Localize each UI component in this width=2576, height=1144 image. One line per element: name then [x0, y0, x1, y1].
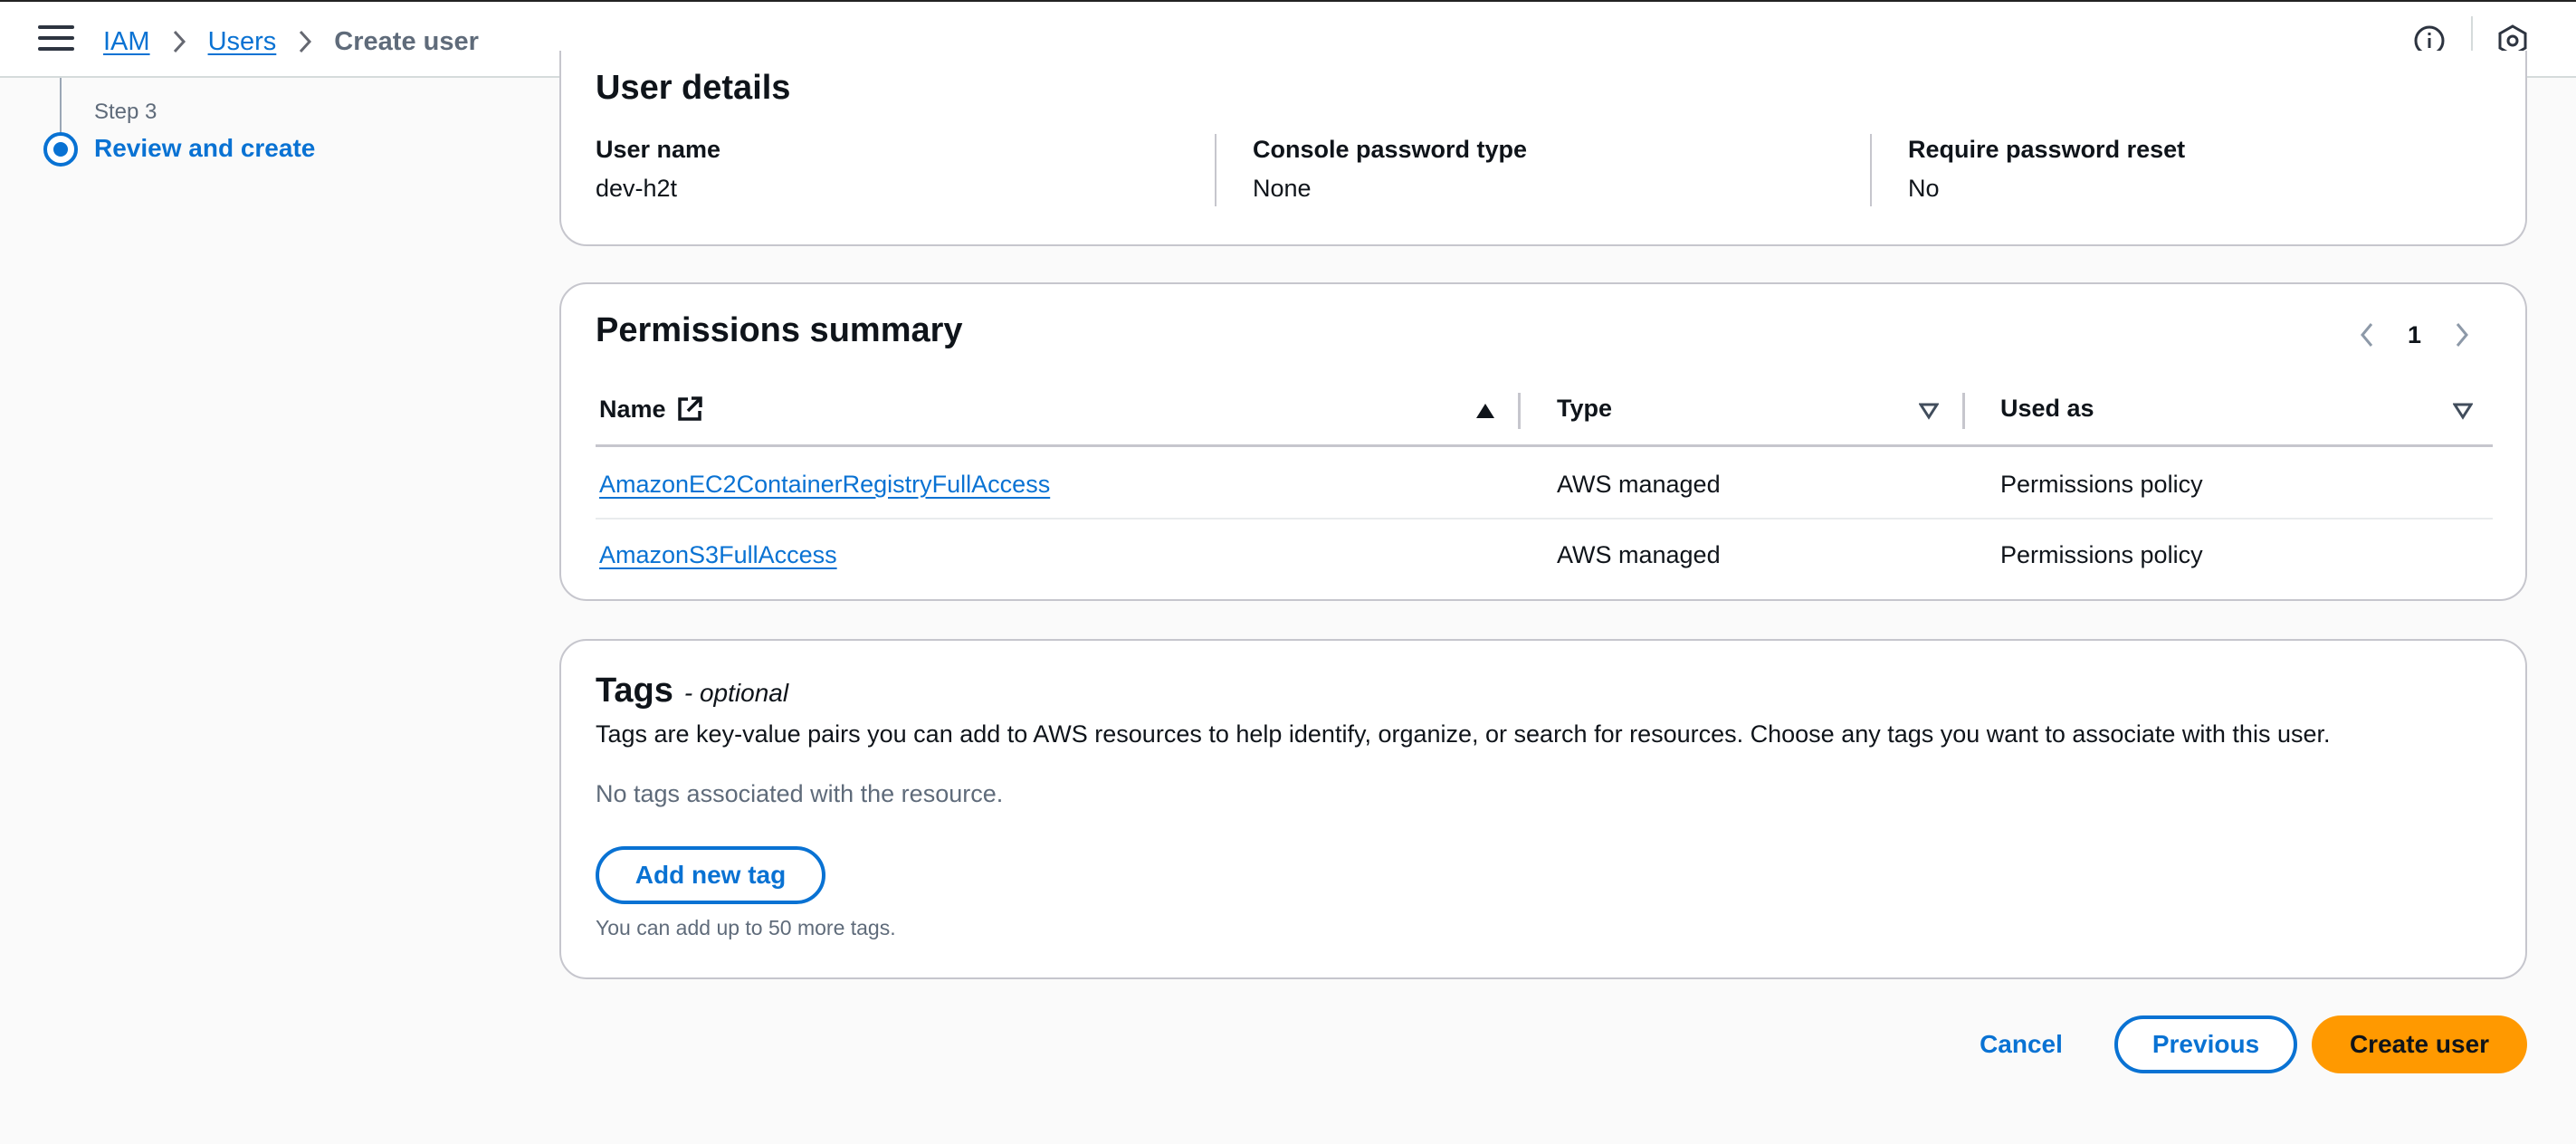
breadcrumb: IAM Users Create user — [103, 22, 479, 62]
column-header-name[interactable]: Name — [599, 395, 704, 424]
field-label: Require password reset — [1908, 136, 2186, 163]
policy-link[interactable]: AmazonS3FullAccess — [599, 541, 837, 569]
step-number-label: Step 3 — [94, 100, 157, 124]
column-header-type[interactable]: Type — [1557, 395, 1612, 423]
policy-link[interactable]: AmazonEC2ContainerRegistryFullAccess — [599, 471, 1050, 499]
column-header-label: Name — [599, 395, 666, 423]
table-row-divider — [596, 518, 2493, 520]
column-divider — [1215, 134, 1216, 206]
step-review-and-create[interactable]: Review and create — [94, 134, 315, 163]
table-header-divider — [596, 444, 2493, 447]
previous-button[interactable]: Previous — [2114, 1015, 2297, 1073]
column-header-label: Used as — [2000, 395, 2094, 422]
column-resizer[interactable] — [1518, 393, 1521, 429]
breadcrumb-current: Create user — [334, 26, 479, 56]
tags-heading: Tags - optional — [596, 672, 788, 710]
policy-type: AWS managed — [1557, 471, 1721, 498]
field-label: Console password type — [1253, 136, 1528, 163]
require-password-reset-field: Require password reset No — [1908, 136, 2524, 203]
column-resizer[interactable] — [1962, 393, 1965, 429]
permissions-summary-heading: Permissions summary — [596, 311, 963, 349]
external-link-icon — [675, 395, 704, 424]
sort-ascending-icon[interactable] — [1472, 397, 1499, 424]
pagination: 1 — [2353, 317, 2476, 353]
policy-used-as: Permissions policy — [2000, 541, 2203, 568]
field-value: No — [1908, 175, 1940, 202]
hamburger-menu-icon[interactable] — [38, 25, 74, 54]
sort-descending-icon[interactable] — [1915, 397, 1942, 424]
sort-descending-icon[interactable] — [2449, 397, 2476, 424]
breadcrumb-iam[interactable]: IAM — [103, 27, 150, 57]
policy-used-as: Permissions policy — [2000, 471, 2203, 498]
tags-limit-hint: You can add up to 50 more tags. — [596, 916, 896, 939]
step-connector-line — [60, 78, 62, 132]
cancel-button[interactable]: Cancel — [1955, 1015, 2087, 1073]
column-header-label: Type — [1557, 395, 1613, 422]
field-label: User name — [596, 136, 721, 163]
tags-description: Tags are key-value pairs you can add to … — [596, 720, 2331, 748]
create-user-button[interactable]: Create user — [2312, 1015, 2527, 1073]
add-new-tag-button[interactable]: Add new tag — [596, 846, 825, 904]
breadcrumb-users[interactable]: Users — [208, 27, 277, 57]
user-name-field: User name dev-h2t — [596, 136, 1211, 203]
next-page-icon[interactable] — [2448, 317, 2476, 353]
column-header-used-as[interactable]: Used as — [2000, 395, 2094, 423]
tags-empty-state: No tags associated with the resource. — [596, 780, 1004, 807]
current-step-indicator-icon — [43, 132, 78, 167]
chevron-right-icon — [170, 22, 188, 62]
policy-type: AWS managed — [1557, 541, 1721, 568]
optional-label: - optional — [683, 679, 789, 707]
tags-heading-label: Tags — [596, 672, 673, 710]
field-value: None — [1253, 175, 1312, 202]
page-number[interactable]: 1 — [2408, 321, 2421, 349]
previous-page-icon[interactable] — [2353, 317, 2380, 353]
user-details-heading: User details — [596, 69, 791, 107]
console-password-type-field: Console password type None — [1253, 136, 1868, 203]
chevron-right-icon — [296, 22, 314, 62]
field-value: dev-h2t — [596, 175, 678, 202]
column-divider — [1870, 134, 1872, 206]
